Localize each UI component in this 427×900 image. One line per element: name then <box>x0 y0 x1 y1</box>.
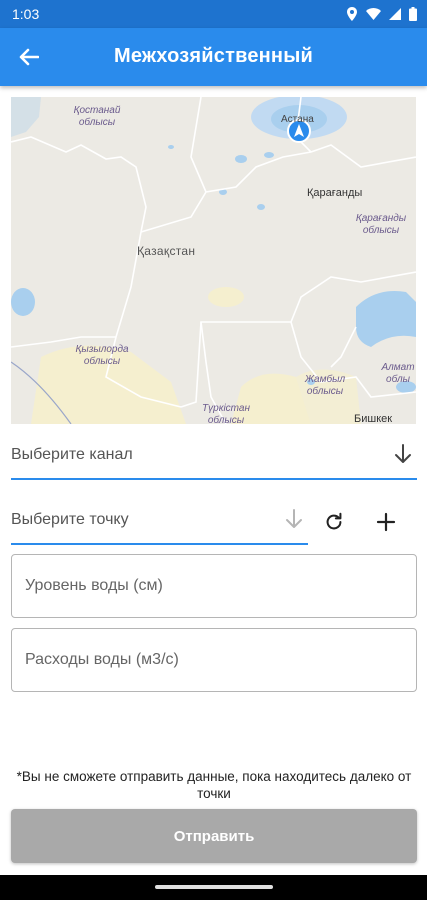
refresh-button[interactable] <box>319 507 349 537</box>
map-label-astana: Астана <box>281 114 314 125</box>
home-handle[interactable] <box>155 885 273 889</box>
water-level-input[interactable] <box>12 555 416 617</box>
channel-dropdown-placeholder: Выберите канал <box>11 446 133 463</box>
map-label-karaganda-city: Қарағанды <box>307 187 363 199</box>
water-flow-input[interactable] <box>12 629 416 691</box>
map-label-turkistan: Түркістан облысы <box>202 403 250 424</box>
map-label-kyzylorda: Қызылорда облысы <box>75 344 129 367</box>
map-label-bishkek: Бишкек <box>354 413 393 424</box>
distance-notice: *Вы не сможете отправить данные, пока на… <box>16 769 412 801</box>
plus-icon <box>376 512 396 532</box>
map-label-zhambyl: Жамбыл облысы <box>304 374 346 397</box>
point-dropdown[interactable]: Выберите точку <box>11 497 308 545</box>
submit-button[interactable]: Отправить <box>11 809 417 863</box>
water-flow-field[interactable] <box>11 628 417 692</box>
submit-button-label: Отправить <box>173 827 255 845</box>
arrow-down-icon <box>395 444 411 463</box>
location-icon <box>347 7 357 21</box>
status-bar: 1:03 <box>0 0 427 28</box>
add-point-button[interactable] <box>371 507 401 537</box>
status-icons <box>346 6 417 22</box>
map-label-kazakhstan: Қазақстан <box>137 244 196 258</box>
wifi-icon <box>366 8 381 20</box>
map-label-karaganda-region: Қарағанды облысы <box>355 213 407 236</box>
signal-icon <box>389 8 401 20</box>
map-view[interactable]: Қостанай облысы Астана Қарағанды Қараған… <box>11 97 416 424</box>
map-canvas <box>11 97 416 424</box>
refresh-icon <box>326 512 342 530</box>
map-label-almaty: Алмат облы <box>381 362 415 385</box>
water-level-field[interactable] <box>11 554 417 618</box>
channel-dropdown[interactable]: Выберите канал <box>11 432 417 480</box>
system-nav-bar <box>0 875 427 900</box>
map-label-kostanay: Қостанай облысы <box>73 105 121 128</box>
point-dropdown-placeholder: Выберите точку <box>11 511 129 528</box>
arrow-down-icon <box>286 509 302 528</box>
app-bar: Межхозяйственный <box>0 28 427 86</box>
status-time: 1:03 <box>12 6 40 22</box>
page-title: Межхозяйственный <box>114 45 313 67</box>
battery-icon <box>409 7 417 21</box>
